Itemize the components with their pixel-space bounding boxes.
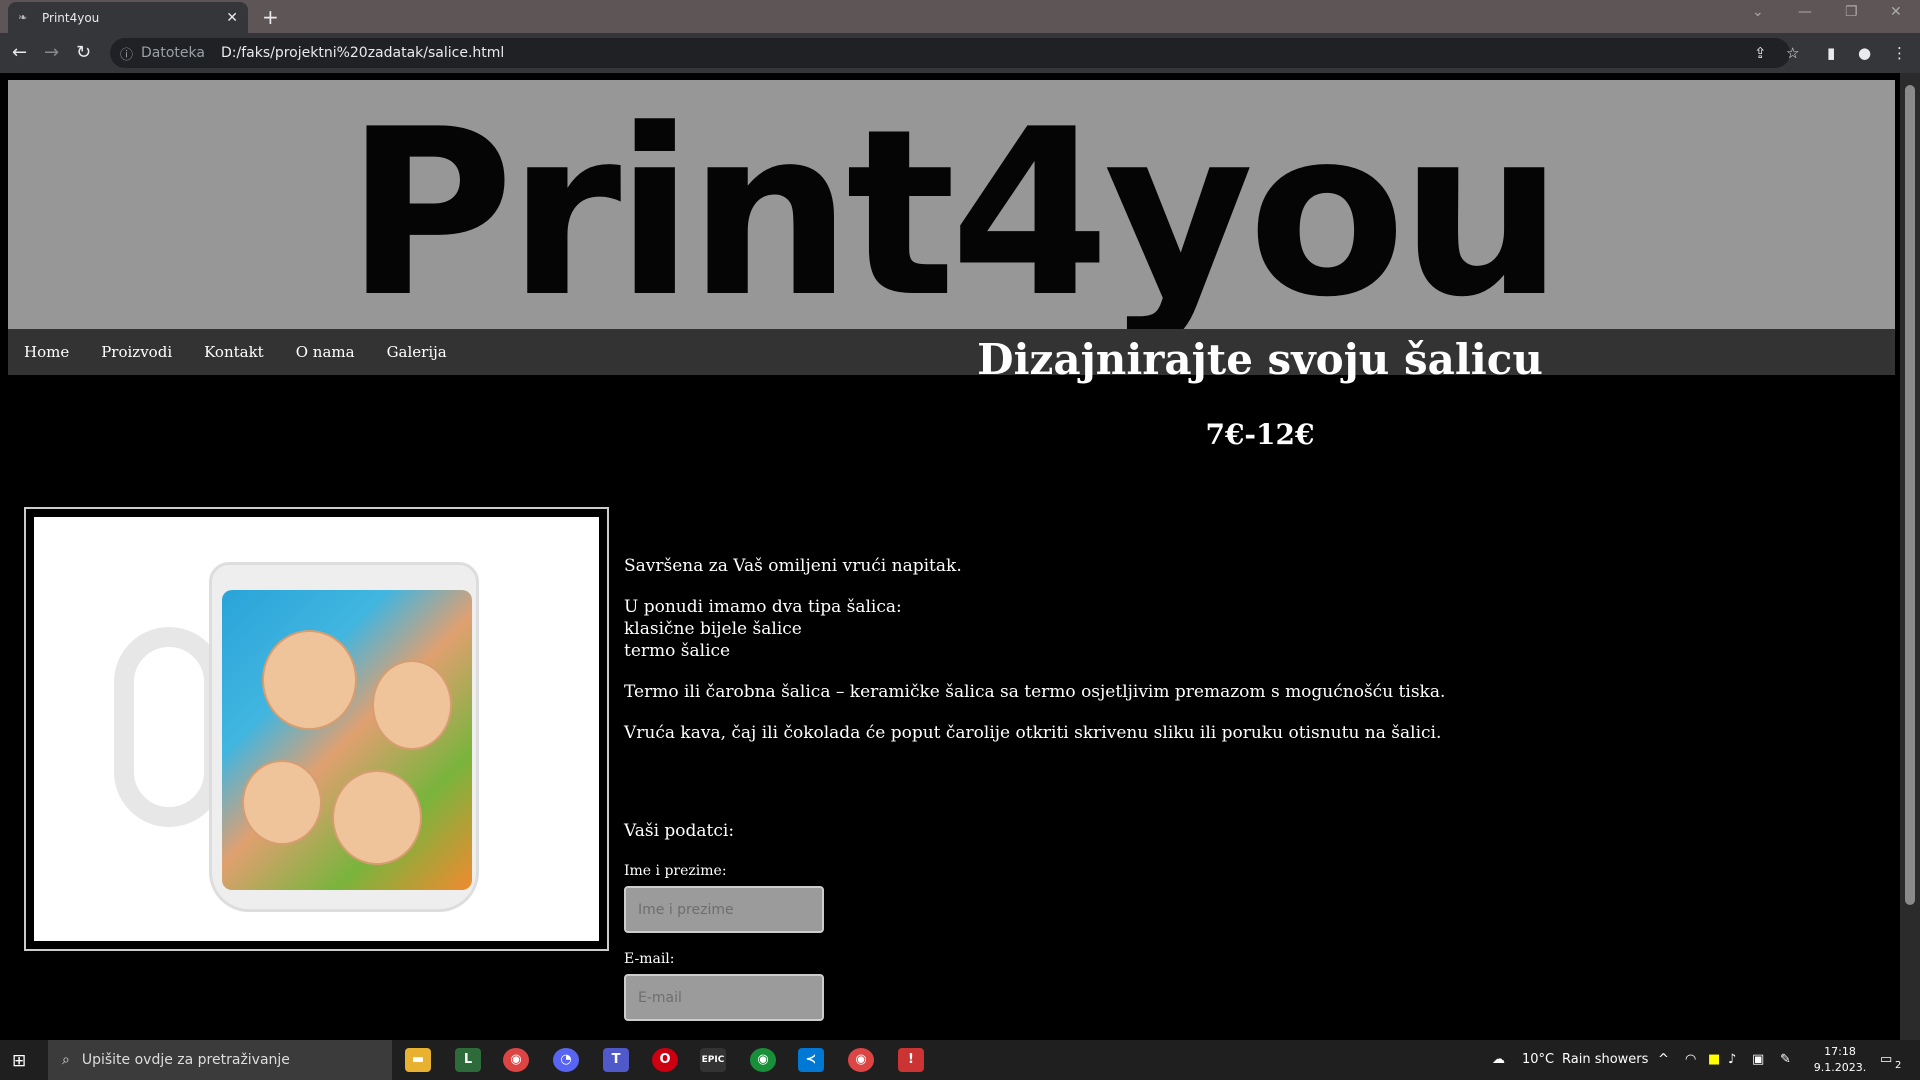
types-intro: U ponudi imamo dva tipa šalica:	[624, 597, 902, 617]
search-placeholder: Upišite ovdje za pretraživanje	[81, 1052, 290, 1068]
tab-search-icon[interactable]: ⌄	[1752, 4, 1764, 20]
desc-paragraph: Vruća kava, čaj ili čokolada će poput ča…	[624, 723, 1442, 743]
bookmark-star-icon[interactable]: ☆	[1786, 44, 1799, 62]
type-item: termo šalice	[624, 641, 731, 661]
child-face	[332, 770, 422, 865]
mug-photo-print	[222, 590, 472, 890]
weather-icon[interactable]: ☁	[1492, 1052, 1505, 1067]
site-logo: Print4you	[345, 81, 1563, 330]
close-tab-icon[interactable]: ✕	[226, 10, 238, 26]
pen-icon[interactable]: ✎	[1780, 1052, 1791, 1067]
epic-games-icon[interactable]: EPIC	[700, 1048, 726, 1072]
weather-text[interactable]: Rain showers	[1562, 1052, 1648, 1067]
file-explorer-icon[interactable]: ▬	[405, 1048, 431, 1072]
child-face	[242, 760, 322, 845]
nav-home[interactable]: Home	[24, 343, 69, 361]
page-scrollbar[interactable]	[1900, 73, 1920, 1040]
email-input[interactable]	[624, 974, 824, 1021]
browser-tabbar: ❧ Print4you ✕ + ⌄ — ❐ ✕	[0, 0, 1920, 33]
menu-kebab-icon[interactable]: ⋮	[1892, 44, 1907, 62]
new-tab-icon[interactable]: +	[262, 5, 279, 29]
notification-count: 2	[1895, 1060, 1902, 1071]
product-description: Savršena za Vaš omiljeni vrući napitak. …	[624, 555, 1824, 763]
chrome-icon[interactable]: ◉	[503, 1048, 529, 1072]
name-input[interactable]	[624, 886, 824, 933]
network-icon[interactable]: ◠	[1685, 1052, 1696, 1067]
form-title: Vaši podatci:	[624, 821, 735, 841]
app-icon[interactable]: L	[455, 1048, 481, 1072]
share-icon[interactable]: ⇪	[1754, 44, 1767, 62]
name-label: Ime i prezime:	[624, 863, 727, 879]
desc-paragraph: Termo ili čarobna šalica – keramičke šal…	[624, 682, 1446, 702]
window-close-icon[interactable]: ✕	[1890, 4, 1902, 20]
desc-paragraph: Savršena za Vaš omiljeni vrući napitak.	[624, 556, 962, 576]
tab-title: Print4you	[42, 10, 100, 25]
restore-icon[interactable]: ❐	[1845, 4, 1858, 20]
nav-o-nama[interactable]: O nama	[296, 343, 355, 361]
vscode-icon[interactable]: ≺	[798, 1048, 824, 1072]
clock-time: 17:18	[1824, 1045, 1856, 1058]
minimize-icon[interactable]: —	[1798, 4, 1812, 20]
address-scheme: Datoteka	[141, 45, 205, 61]
taskbar-search[interactable]: ⌕ Upišite ovdje za pretraživanje	[48, 1040, 392, 1080]
page-title: Dizajnirajte svoju šalicu	[977, 335, 1543, 384]
device-icon[interactable]: ▣	[1752, 1052, 1764, 1067]
discord-icon[interactable]: ◔	[553, 1048, 579, 1072]
page-viewport: Print4you Home Proizvodi Kontakt O nama …	[0, 73, 1900, 1040]
clock[interactable]: 17:18 9.1.2023.	[1812, 1044, 1868, 1076]
page-favicon-icon: ❧	[18, 10, 28, 24]
browser-tab[interactable]: ❧ Print4you ✕	[8, 2, 248, 33]
side-panel-icon[interactable]: ▮	[1827, 44, 1835, 62]
app-icon[interactable]: !	[898, 1048, 924, 1072]
types-paragraph: U ponudi imamo dva tipa šalica: klasične…	[624, 596, 1824, 662]
volume-icon[interactable]: ♪	[1728, 1052, 1736, 1067]
price: 7€-12€	[1205, 418, 1315, 451]
header-banner: Print4you	[8, 80, 1895, 329]
profile-icon[interactable]: ●	[1858, 44, 1871, 62]
clock-date: 9.1.2023.	[1813, 1061, 1867, 1074]
mug-handle	[114, 627, 224, 827]
address-url: D:/faks/projektni%20zadatak/salice.html	[220, 45, 505, 61]
forward-icon[interactable]: →	[44, 42, 59, 63]
address-bar[interactable]: ⓘ Datoteka D:/faks/projektni%20zadatak/s…	[110, 38, 1790, 68]
nav-proizvodi[interactable]: Proizvodi	[101, 343, 172, 361]
nav-kontakt[interactable]: Kontakt	[204, 343, 264, 361]
taskbar: ⊞ ⌕ Upišite ovdje za pretraživanje ▬ L ◉…	[0, 1040, 1920, 1080]
search-icon: ⌕	[62, 1052, 70, 1068]
type-item: klasične bijele šalice	[624, 619, 802, 639]
back-icon[interactable]: ←	[12, 42, 27, 63]
product-image-frame	[24, 507, 609, 951]
teams-icon[interactable]: T	[603, 1048, 629, 1072]
tray-expand-icon[interactable]: ^	[1658, 1052, 1669, 1067]
chrome-icon[interactable]: ◉	[848, 1048, 874, 1072]
nav-galerija[interactable]: Galerija	[387, 343, 447, 361]
app-tray-icon[interactable]: ■	[1708, 1052, 1720, 1067]
mug-image	[34, 517, 599, 941]
weather-temp[interactable]: 10°C	[1522, 1052, 1554, 1067]
opera-icon[interactable]: O	[652, 1048, 678, 1072]
notification-icon[interactable]: ▭	[1880, 1052, 1892, 1067]
chrome-icon[interactable]: ◉	[750, 1048, 776, 1072]
child-face	[262, 630, 357, 730]
browser-toolbar: ← → ↻ ⓘ Datoteka D:/faks/projektni%20zad…	[0, 33, 1920, 73]
windows-start-icon[interactable]: ⊞	[12, 1051, 26, 1071]
info-icon[interactable]: ⓘ	[120, 44, 133, 63]
scrollbar-thumb[interactable]	[1905, 85, 1915, 905]
email-label: E-mail:	[624, 951, 675, 967]
mug-body	[209, 562, 479, 912]
reload-icon[interactable]: ↻	[76, 42, 91, 63]
child-face	[372, 660, 452, 750]
